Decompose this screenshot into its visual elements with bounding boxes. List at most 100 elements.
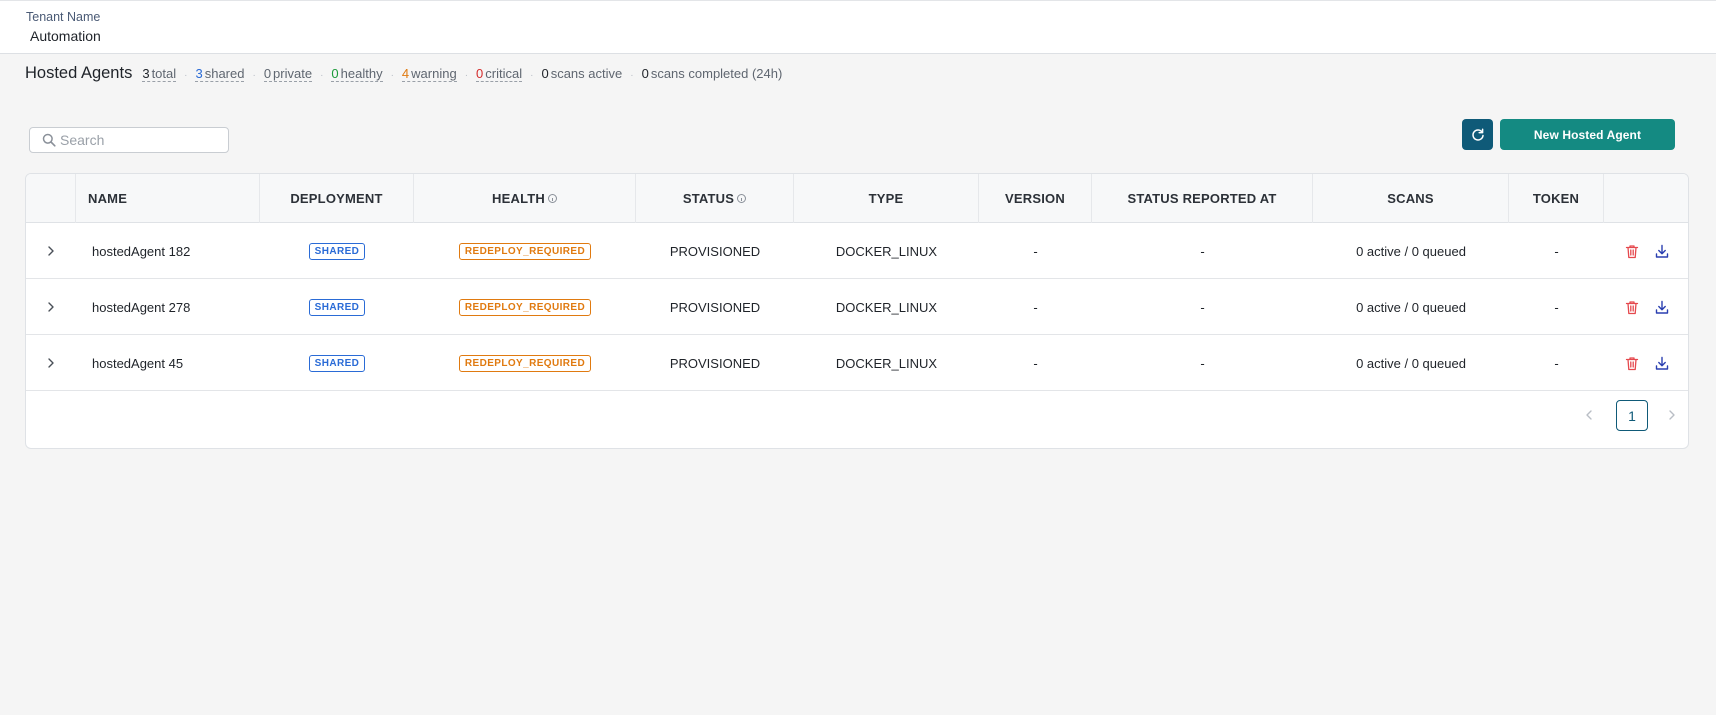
search-icon [42, 133, 56, 147]
stat-critical[interactable]: 0 critical [476, 66, 523, 82]
stat-private-count: 0 [263, 66, 272, 81]
version-cell: - [1033, 243, 1038, 259]
refresh-icon [1471, 127, 1484, 141]
stat-warning[interactable]: 4 warning [401, 66, 457, 82]
chevron-right-icon[interactable] [1666, 408, 1678, 422]
status-cell: PROVISIONED [669, 243, 761, 259]
stat-separator: · [390, 70, 394, 81]
health-cell: REDEPLOY_REQUIRED [414, 279, 636, 335]
expand-cell [26, 279, 76, 335]
stat-separator: · [252, 70, 256, 81]
stat-private[interactable]: 0 private [263, 66, 313, 82]
chevron-right-icon[interactable] [46, 245, 56, 257]
type-cell: DOCKER_LINUX [835, 355, 938, 371]
version-cell: - [1033, 355, 1038, 371]
trash-icon[interactable] [1625, 244, 1639, 259]
col-status-reported-at[interactable]: STATUS REPORTED AT [1092, 174, 1313, 223]
deployment-cell: SHARED [260, 335, 414, 391]
col-type[interactable]: TYPE [794, 174, 979, 223]
expand-cell [26, 335, 76, 391]
trash-icon[interactable] [1625, 356, 1639, 371]
chevron-right-icon[interactable] [46, 301, 56, 313]
stat-scans-completed-count: 0 [641, 66, 649, 81]
info-icon[interactable] [737, 194, 747, 203]
stat-scans-active-count: 0 [541, 66, 549, 81]
stat-separator: · [320, 70, 324, 81]
stat-total[interactable]: 3 total [142, 66, 177, 82]
stat-scans-completed-label: scans completed (24h) [650, 66, 783, 81]
stat-separator: · [530, 70, 534, 81]
stat-healthy[interactable]: 0 healthy [331, 66, 383, 82]
summary-bar: Hosted Agents 3 total · 3 shared · 0 privat… [25, 64, 782, 86]
trash-icon[interactable] [1625, 300, 1639, 315]
search-box[interactable] [29, 127, 229, 153]
stat-scans-active-label: scans active [550, 66, 623, 81]
col-status[interactable]: STATUS [636, 174, 794, 223]
refresh-button[interactable] [1462, 119, 1493, 150]
scans-cell: 0 active / 0 queued [1356, 243, 1466, 259]
stat-total-label: total [151, 66, 177, 81]
table-row: hostedAgent 182 SHARED REDEPLOY_REQUIRED… [26, 223, 1688, 279]
agents-table: NAME DEPLOYMENT HEALTH STATUS TYPE VERSI… [25, 173, 1689, 449]
info-icon[interactable] [547, 194, 557, 203]
col-scans[interactable]: SCANS [1313, 174, 1509, 223]
expand-cell [26, 223, 76, 279]
stat-separator: · [184, 70, 188, 81]
col-version[interactable]: VERSION [979, 174, 1092, 223]
col-token[interactable]: TOKEN [1509, 174, 1604, 223]
reported-cell: - [1200, 299, 1205, 315]
stat-total-count: 3 [142, 66, 150, 81]
deployment-badge: SHARED [308, 354, 366, 372]
health-badge: REDEPLOY_REQUIRED [458, 354, 592, 372]
chevron-left-icon[interactable] [1583, 408, 1595, 422]
actions-cell [1604, 335, 1688, 391]
token-cell: - [1554, 355, 1559, 371]
type-cell: DOCKER_LINUX [835, 299, 938, 315]
scans-cell: 0 active / 0 queued [1356, 355, 1466, 371]
actions-cell [1604, 279, 1688, 335]
page-title: Hosted Agents [25, 64, 133, 82]
new-hosted-agent-button[interactable]: New Hosted Agent [1500, 119, 1675, 150]
tenant-label: Tenant Name [26, 10, 101, 24]
search-input[interactable] [60, 130, 220, 150]
stat-warning-label: warning [411, 66, 457, 81]
page-button-current[interactable]: 1 [1616, 400, 1648, 431]
col-name[interactable]: NAME [76, 174, 260, 223]
table-header: NAME DEPLOYMENT HEALTH STATUS TYPE VERSI… [26, 174, 1688, 223]
deployment-badge: SHARED [308, 242, 366, 260]
reported-cell: - [1200, 355, 1205, 371]
download-icon[interactable] [1655, 300, 1669, 315]
download-icon[interactable] [1655, 356, 1669, 371]
col-deployment[interactable]: DEPLOYMENT [260, 174, 414, 223]
agent-name: hostedAgent 182 [92, 243, 191, 259]
status-cell: PROVISIONED [669, 355, 761, 371]
deployment-cell: SHARED [260, 279, 414, 335]
stat-shared-label: shared [204, 66, 245, 81]
chevron-right-icon[interactable] [46, 357, 56, 369]
table-row: hostedAgent 45 SHARED REDEPLOY_REQUIRED … [26, 335, 1688, 391]
col-health[interactable]: HEALTH [414, 174, 636, 223]
stat-private-label: private [273, 66, 313, 81]
download-icon[interactable] [1655, 244, 1669, 259]
tenant-bar: Tenant Name Automation [0, 0, 1716, 54]
scans-cell: 0 active / 0 queued [1356, 299, 1466, 315]
stat-separator: · [630, 70, 634, 81]
stat-shared[interactable]: 3 shared [195, 66, 245, 82]
col-actions [1604, 174, 1688, 223]
tenant-name[interactable]: Automation [30, 28, 101, 44]
health-cell: REDEPLOY_REQUIRED [414, 335, 636, 391]
status-cell: PROVISIONED [669, 299, 761, 315]
col-expand [26, 174, 76, 223]
stat-critical-label: critical [485, 66, 523, 81]
col-status-label: STATUS [682, 191, 735, 206]
stat-shared-count: 3 [195, 66, 203, 81]
stat-scans-completed: 0 scans completed (24h) [642, 66, 783, 81]
health-cell: REDEPLOY_REQUIRED [414, 223, 636, 279]
col-health-label: HEALTH [492, 191, 545, 206]
table-row: hostedAgent 278 SHARED REDEPLOY_REQUIRED… [26, 279, 1688, 335]
token-cell: - [1554, 243, 1559, 259]
token-cell: - [1554, 299, 1559, 315]
stat-scans-active: 0 scans active [541, 66, 622, 81]
stat-critical-count: 0 [476, 66, 484, 81]
stat-healthy-count: 0 [331, 66, 339, 81]
